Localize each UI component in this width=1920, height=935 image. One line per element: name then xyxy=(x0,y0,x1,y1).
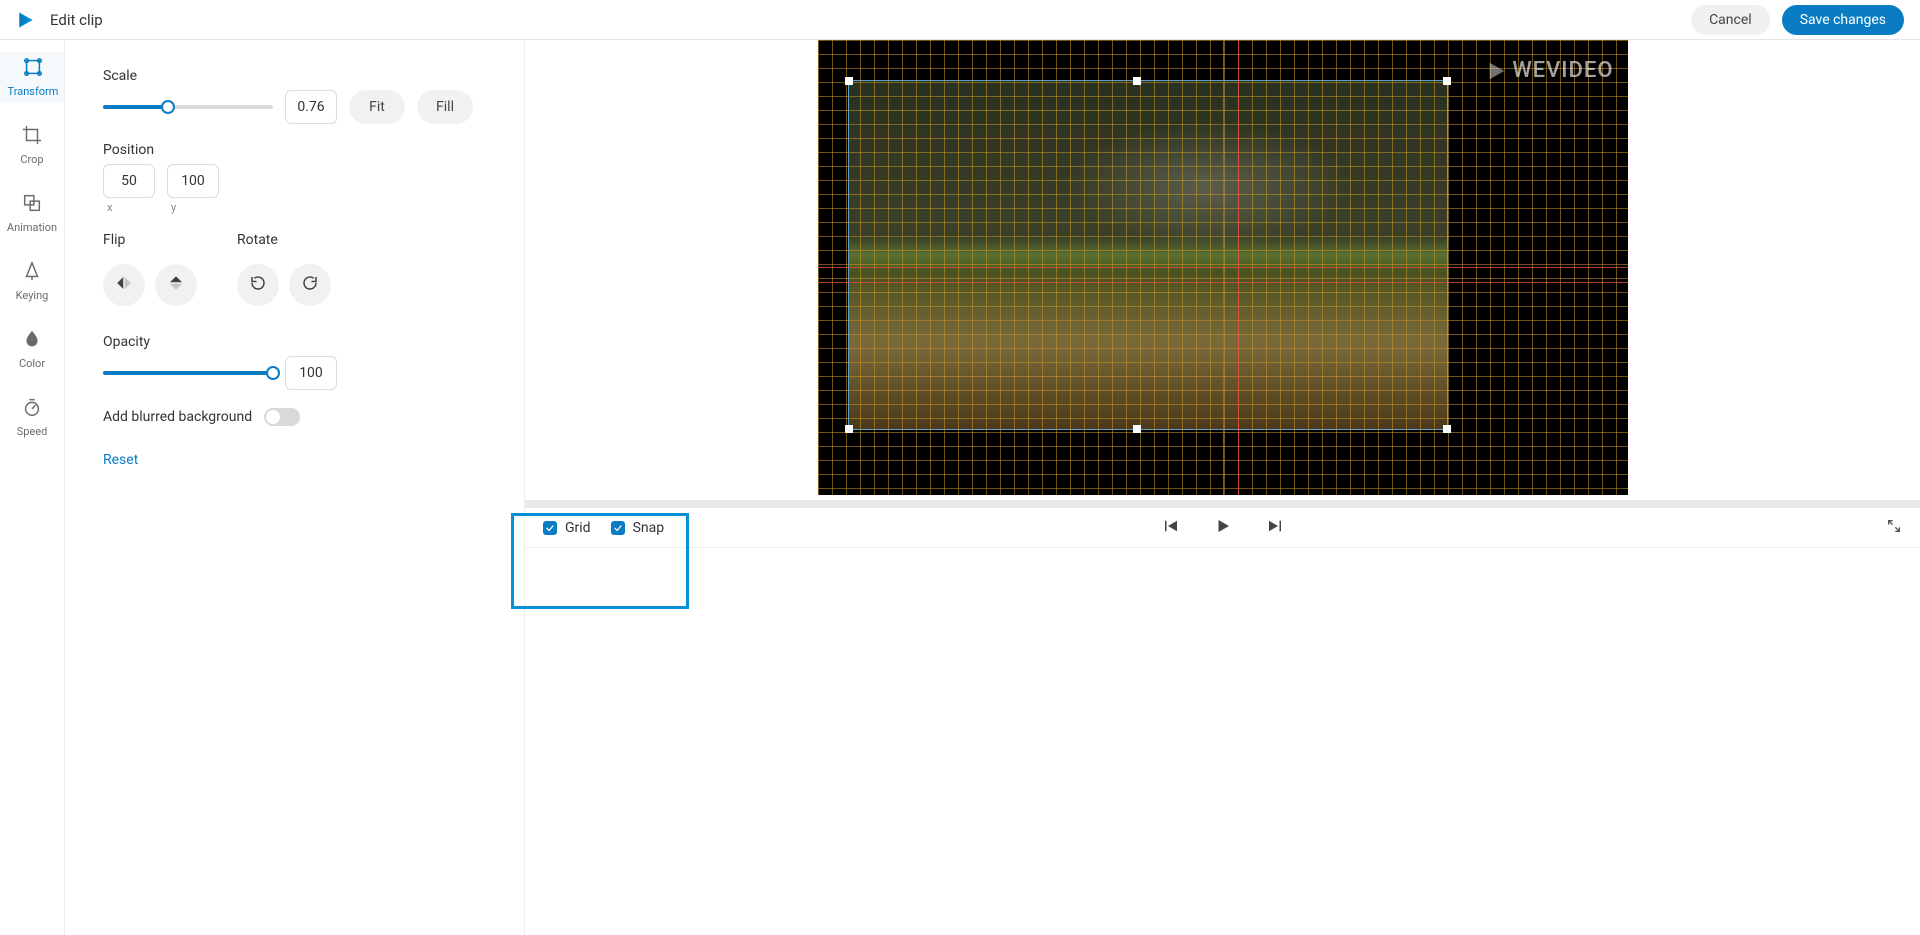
preview-controls: Grid Snap xyxy=(525,508,1920,548)
scale-label: Scale xyxy=(103,68,494,84)
scale-input[interactable] xyxy=(285,90,337,124)
scale-section: Scale Fit Fill xyxy=(103,68,494,124)
scrub-bar[interactable] xyxy=(525,500,1920,508)
rotate-label: Rotate xyxy=(237,232,331,248)
position-label: Position xyxy=(103,142,494,158)
flip-horizontal-button[interactable] xyxy=(103,264,145,306)
sidebar-item-keying[interactable]: Keying xyxy=(0,256,64,306)
clip-bounds[interactable] xyxy=(848,80,1448,430)
x-sublabel: x xyxy=(107,201,155,214)
header-left: Edit clip xyxy=(16,10,103,30)
watermark: WEVIDEO xyxy=(1486,58,1613,83)
resize-handle-bc[interactable] xyxy=(1133,425,1141,433)
resize-handle-tl[interactable] xyxy=(845,77,853,85)
guide-horizontal xyxy=(818,282,1628,283)
resize-handle-tc[interactable] xyxy=(1133,77,1141,85)
flip-label: Flip xyxy=(103,232,197,248)
blur-background-toggle[interactable] xyxy=(264,408,300,426)
crop-icon xyxy=(21,124,43,149)
next-frame-button[interactable] xyxy=(1266,517,1284,539)
sidebar-item-color[interactable]: Color xyxy=(0,324,64,374)
sidebar: Transform Crop Animation Keying Color Sp… xyxy=(0,40,65,935)
grid-snap-group: Grid Snap xyxy=(525,520,664,536)
sidebar-item-animation[interactable]: Animation xyxy=(0,188,64,238)
opacity-label: Opacity xyxy=(103,334,494,350)
sidebar-item-crop[interactable]: Crop xyxy=(0,120,64,170)
play-button[interactable] xyxy=(1214,517,1232,539)
transform-icon xyxy=(22,56,44,81)
sidebar-item-speed[interactable]: Speed xyxy=(0,392,64,442)
grid-checkbox-label: Grid xyxy=(565,520,591,536)
preview-canvas[interactable]: WEVIDEO xyxy=(818,40,1628,495)
opacity-input[interactable] xyxy=(285,356,337,390)
sidebar-item-label: Speed xyxy=(17,425,48,438)
position-x-input[interactable] xyxy=(103,164,155,198)
grid-checkbox[interactable]: Grid xyxy=(543,520,591,536)
checkbox-checked-icon xyxy=(543,521,557,535)
position-y-input[interactable] xyxy=(167,164,219,198)
guide-horizontal xyxy=(818,267,1628,268)
fill-button[interactable]: Fill xyxy=(417,90,473,124)
sidebar-item-label: Color xyxy=(19,357,45,370)
animation-icon xyxy=(21,192,43,217)
flip-rotate-section: Flip Rotate xyxy=(103,232,494,306)
speed-icon xyxy=(21,396,43,421)
rotate-cw-button[interactable] xyxy=(289,264,331,306)
opacity-section: Opacity xyxy=(103,334,494,390)
blur-background-row: Add blurred background xyxy=(103,408,494,426)
playback-controls xyxy=(1162,517,1284,539)
y-sublabel: y xyxy=(171,201,219,214)
save-button[interactable]: Save changes xyxy=(1782,5,1904,35)
rotate-ccw-button[interactable] xyxy=(237,264,279,306)
sidebar-item-label: Crop xyxy=(20,153,43,166)
flip-horizontal-icon xyxy=(115,274,133,296)
color-icon xyxy=(21,328,43,353)
flip-vertical-button[interactable] xyxy=(155,264,197,306)
flip-vertical-icon xyxy=(167,274,185,296)
header: Edit clip Cancel Save changes xyxy=(0,0,1920,40)
prev-frame-button[interactable] xyxy=(1162,517,1180,539)
watermark-text: WEVIDEO xyxy=(1512,58,1613,83)
sidebar-item-transform[interactable]: Transform xyxy=(0,52,64,102)
sidebar-item-label: Keying xyxy=(16,289,49,302)
app-logo-icon xyxy=(16,10,36,30)
snap-checkbox[interactable]: Snap xyxy=(611,520,665,536)
sidebar-item-label: Transform xyxy=(8,85,59,98)
sidebar-item-label: Animation xyxy=(7,221,57,234)
canvas-zone: WEVIDEO xyxy=(525,40,1920,500)
reset-link[interactable]: Reset xyxy=(103,452,494,468)
keying-icon xyxy=(21,260,43,285)
rotate-cw-icon xyxy=(301,274,319,296)
fullscreen-button[interactable] xyxy=(1886,518,1902,538)
snap-checkbox-label: Snap xyxy=(633,520,665,536)
checkbox-checked-icon xyxy=(611,521,625,535)
properties-panel: Scale Fit Fill Position x y xyxy=(65,40,525,935)
preview-area: WEVIDEO Grid Snap xyxy=(525,40,1920,935)
header-actions: Cancel Save changes xyxy=(1691,5,1904,35)
main: Transform Crop Animation Keying Color Sp… xyxy=(0,40,1920,935)
opacity-slider[interactable] xyxy=(103,364,273,382)
position-section: Position x y xyxy=(103,142,494,214)
rotate-ccw-icon xyxy=(249,274,267,296)
fit-button[interactable]: Fit xyxy=(349,90,405,124)
page-title: Edit clip xyxy=(50,11,103,29)
resize-handle-bl[interactable] xyxy=(845,425,853,433)
resize-handle-tr[interactable] xyxy=(1443,77,1451,85)
resize-handle-br[interactable] xyxy=(1443,425,1451,433)
scale-slider[interactable] xyxy=(103,98,273,116)
cancel-button[interactable]: Cancel xyxy=(1691,5,1770,35)
blur-background-label: Add blurred background xyxy=(103,409,252,425)
